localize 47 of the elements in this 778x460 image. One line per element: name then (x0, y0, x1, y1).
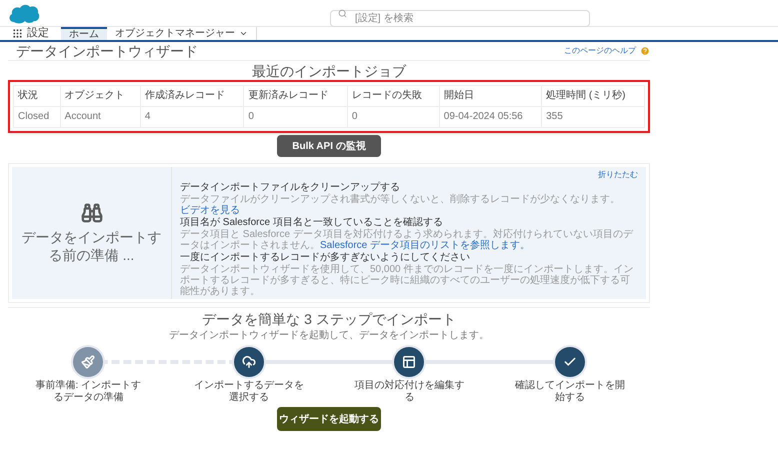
table-cell: 4 (140, 106, 244, 128)
tip-title: 項目名が Salesforce 項目名と一致していることを確認する (180, 217, 444, 228)
search-icon (338, 8, 347, 18)
column-header: 開始日 (439, 86, 542, 106)
table-cell: 09-04-2024 05:56 (439, 106, 542, 128)
section-title: 最近のインポートジョブ (251, 62, 408, 80)
layout-icon (402, 355, 416, 369)
nav-tab[interactable]: ホーム (61, 27, 107, 40)
collapse-link[interactable]: 折りたたむ (598, 169, 638, 181)
nav-tab[interactable]: オブジェクトマネージャー (107, 27, 257, 40)
table-cell: Closed (14, 106, 60, 128)
chevron-down-icon[interactable] (239, 29, 248, 38)
tip-text: データファイルがクリーンアップされ書式が等しくないと、削除するレコードが少なくなります。 ビデオを見る (180, 194, 621, 216)
table-cell: 0 (244, 106, 348, 128)
binoculars-icon (80, 202, 102, 224)
app-name: 設定 (27, 26, 49, 42)
prepare-title: データをインポートする前の準備 ... (20, 228, 162, 264)
search-field[interactable]: [設定] を検索 (330, 10, 590, 26)
brush-icon (81, 355, 96, 369)
column-header: レコードの失敗 (347, 86, 440, 106)
column-header: オブジェクト (60, 86, 140, 106)
steps-subtitle: データインポートウィザードを起動して、データをインポートします。 (169, 330, 489, 342)
app-launcher-icon[interactable] (12, 28, 23, 39)
step-label: 項目の対応付けを編集する (354, 380, 464, 404)
table-cell: 355 (542, 106, 644, 128)
bulk-api-button[interactable]: Bulk API の監視 (277, 135, 381, 157)
table-cell: 0 (347, 106, 440, 128)
launch-wizard-button[interactable]: ウィザードを起動する (277, 407, 381, 431)
tip-text: データ項目と Salesforce データ項目を対応付けるよう求められます。対応付けられていない項目のデータはインポートされません。Salesforce データ項目のリストを参照します。 (180, 229, 634, 251)
column-header: 更新済みレコード (244, 86, 348, 106)
steps-title: データを簡単な 3 ステップでインポート (202, 310, 456, 328)
column-header: 処理時間 (ミリ秒) (542, 86, 644, 106)
tip-link[interactable]: ビデオを見る (180, 205, 240, 216)
column-header: 作成済みレコード (140, 86, 244, 106)
tip-link[interactable]: Salesforce データ項目のリストを参照します。 (320, 240, 530, 251)
help-icon (640, 46, 650, 56)
step-label: 確認してインポートを開始する (514, 380, 625, 404)
help-link[interactable]: このページのヘルプ (564, 45, 636, 57)
step-label: 事前準備: インポートするデータの準備 (34, 380, 142, 404)
tip-text: データインポートウィザードを使用して、50,000 件までのレコードを一度にインポートします。インポートするレコードが多すぎると、特にピーク時に組織のすべてのユーザーの処理速度が低下する可能性があります。 (180, 264, 634, 297)
table-cell: Account (60, 106, 140, 128)
column-header: 状況 (14, 86, 60, 106)
tip-title: データインポートファイルをクリーンアップする (180, 182, 401, 194)
cloud-upload-icon (242, 355, 256, 369)
step-label: インポートするデータを選択する (194, 380, 304, 404)
page-title: データインポートウィザード (16, 42, 198, 60)
tip-title: 一度にインポートするレコードが多すぎないようにしてください (180, 252, 471, 264)
